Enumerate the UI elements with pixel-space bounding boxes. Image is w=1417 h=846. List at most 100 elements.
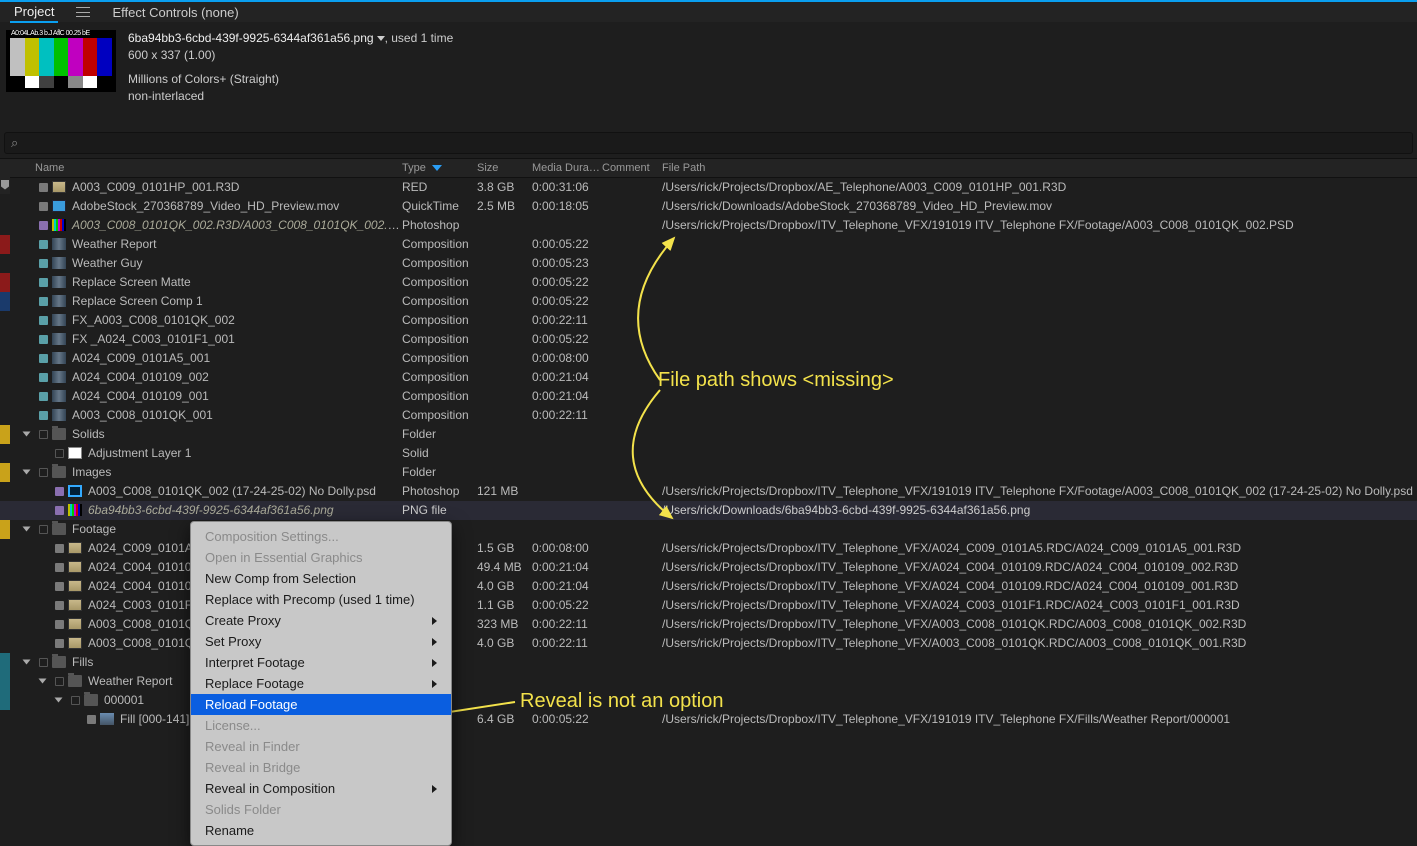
- chevron-down-icon[interactable]: [377, 36, 385, 41]
- item-type: Photoshop: [402, 484, 477, 498]
- label-swatch[interactable]: [39, 430, 48, 439]
- col-type[interactable]: Type: [402, 162, 477, 174]
- submenu-arrow-icon: [432, 680, 437, 688]
- table-row[interactable]: Replace Screen MatteComposition0:00:05:2…: [0, 273, 1417, 292]
- table-row[interactable]: Adjustment Layer 1Solid: [0, 444, 1417, 463]
- item-size: 1.1 GB: [477, 598, 532, 612]
- col-file-path[interactable]: File Path: [662, 162, 1417, 174]
- label-swatch[interactable]: [87, 715, 96, 724]
- table-row[interactable]: SolidsFolder: [0, 425, 1417, 444]
- label-swatch[interactable]: [39, 411, 48, 420]
- table-row[interactable]: FX _A024_C003_0101F1_001Composition0:00:…: [0, 330, 1417, 349]
- label-swatch[interactable]: [55, 487, 64, 496]
- label-swatch[interactable]: [39, 658, 48, 667]
- tab-project[interactable]: Project: [10, 2, 58, 23]
- menu-item[interactable]: Rename: [191, 820, 451, 841]
- menu-item: Open in Essential Graphics: [191, 547, 451, 568]
- menu-item[interactable]: Create Proxy: [191, 610, 451, 631]
- item-type: Folder: [402, 427, 477, 441]
- label-swatch[interactable]: [39, 278, 48, 287]
- col-name[interactable]: Name: [35, 162, 402, 174]
- item-name: Weather Report: [86, 674, 173, 688]
- table-row[interactable]: Replace Screen Comp 1Composition0:00:05:…: [0, 292, 1417, 311]
- disclosure-icon[interactable]: [54, 698, 62, 703]
- item-name: FX_A003_C008_0101QK_002: [70, 313, 235, 327]
- label-swatch[interactable]: [55, 620, 64, 629]
- ps-icon: [68, 485, 82, 497]
- table-row[interactable]: A024_C004_010109_002Composition0:00:21:0…: [0, 368, 1417, 387]
- label-swatch[interactable]: [71, 696, 80, 705]
- item-type: Composition: [402, 313, 477, 327]
- label-swatch[interactable]: [55, 639, 64, 648]
- label-swatch[interactable]: [39, 316, 48, 325]
- clip-icon: [52, 181, 66, 193]
- table-row[interactable]: A024_C009_0101A5_001Composition0:00:08:0…: [0, 349, 1417, 368]
- col-media-duration[interactable]: Media Duration: [532, 162, 602, 174]
- label-swatch[interactable]: [39, 468, 48, 477]
- label-swatch[interactable]: [39, 525, 48, 534]
- comp-icon: [52, 390, 66, 402]
- panel-menu-icon[interactable]: [76, 7, 90, 17]
- label-swatch[interactable]: [39, 297, 48, 306]
- menu-item[interactable]: Reveal in Composition: [191, 778, 451, 799]
- label-swatch[interactable]: [55, 677, 64, 686]
- menu-item[interactable]: New Comp from Selection: [191, 568, 451, 589]
- table-row[interactable]: 6ba94bb3-6cbd-439f-9925-6344af361a56.png…: [0, 501, 1417, 520]
- table-row[interactable]: FX_A003_C008_0101QK_002Composition0:00:2…: [0, 311, 1417, 330]
- table-row[interactable]: A003_C008_0101QK_002 (17-24-25-02) No Do…: [0, 482, 1417, 501]
- menu-item: Composition Settings...: [191, 526, 451, 547]
- item-type: Composition: [402, 408, 477, 422]
- item-name: A024_C009_0101A5_001: [70, 351, 210, 365]
- item-size: 3.8 GB: [477, 180, 532, 194]
- disclosure-icon[interactable]: [22, 527, 30, 532]
- disclosure-icon[interactable]: [22, 432, 30, 437]
- table-row[interactable]: A003_C008_0101QK_001Composition0:00:22:1…: [0, 406, 1417, 425]
- table-row[interactable]: Weather GuyComposition0:00:05:23: [0, 254, 1417, 273]
- comp-icon: [52, 371, 66, 383]
- preview-thumbnail: A0:04LAb.3 b.J AflC 00.25 bE: [6, 30, 116, 92]
- label-swatch[interactable]: [39, 335, 48, 344]
- label-swatch[interactable]: [39, 221, 48, 230]
- table-row[interactable]: AdobeStock_270368789_Video_HD_Preview.mo…: [0, 197, 1417, 216]
- label-swatch[interactable]: [55, 506, 64, 515]
- bars-icon: [52, 219, 66, 231]
- label-swatch[interactable]: [39, 354, 48, 363]
- menu-item[interactable]: Interpret Footage: [191, 652, 451, 673]
- disclosure-icon[interactable]: [22, 660, 30, 665]
- tab-effect-controls[interactable]: Effect Controls (none): [108, 3, 242, 22]
- search-input[interactable]: ⌕: [4, 132, 1413, 154]
- table-row[interactable]: A024_C004_010109_001Composition0:00:21:0…: [0, 387, 1417, 406]
- item-path: /Users/rick/Downloads/AdobeStock_2703687…: [662, 199, 1417, 213]
- col-size[interactable]: Size: [477, 162, 532, 174]
- menu-item[interactable]: Set Proxy: [191, 631, 451, 652]
- label-swatch[interactable]: [55, 544, 64, 553]
- table-row[interactable]: A003_C009_0101HP_001.R3DRED3.8 GB0:00:31…: [0, 178, 1417, 197]
- item-duration: 0:00:31:06: [532, 180, 602, 194]
- label-swatch[interactable]: [55, 601, 64, 610]
- label-swatch[interactable]: [55, 582, 64, 591]
- disclosure-icon[interactable]: [38, 679, 46, 684]
- item-size: 4.0 GB: [477, 579, 532, 593]
- label-swatch[interactable]: [39, 240, 48, 249]
- label-swatch[interactable]: [39, 202, 48, 211]
- label-swatch[interactable]: [39, 373, 48, 382]
- table-row[interactable]: ImagesFolder: [0, 463, 1417, 482]
- table-row[interactable]: A003_C008_0101QK_002.R3D/A003_C008_0101Q…: [0, 216, 1417, 235]
- menu-item[interactable]: Replace Footage: [191, 673, 451, 694]
- table-row[interactable]: Weather ReportComposition0:00:05:22: [0, 235, 1417, 254]
- item-duration: 0:00:05:22: [532, 332, 602, 346]
- col-comment[interactable]: Comment: [602, 162, 662, 174]
- item-path: /Users/rick/Projects/Dropbox/ITV_Telepho…: [662, 560, 1417, 574]
- menu-item[interactable]: Replace with Precomp (used 1 time): [191, 589, 451, 610]
- item-size: 49.4 MB: [477, 560, 532, 574]
- label-swatch[interactable]: [39, 183, 48, 192]
- clip-icon: [68, 618, 82, 630]
- disclosure-icon[interactable]: [22, 470, 30, 475]
- label-swatch[interactable]: [39, 259, 48, 268]
- label-swatch[interactable]: [39, 392, 48, 401]
- item-name: 000001: [102, 693, 144, 707]
- label-swatch[interactable]: [55, 449, 64, 458]
- label-swatch[interactable]: [55, 563, 64, 572]
- item-duration: 0:00:05:22: [532, 598, 602, 612]
- menu-item[interactable]: Reload Footage: [191, 694, 451, 715]
